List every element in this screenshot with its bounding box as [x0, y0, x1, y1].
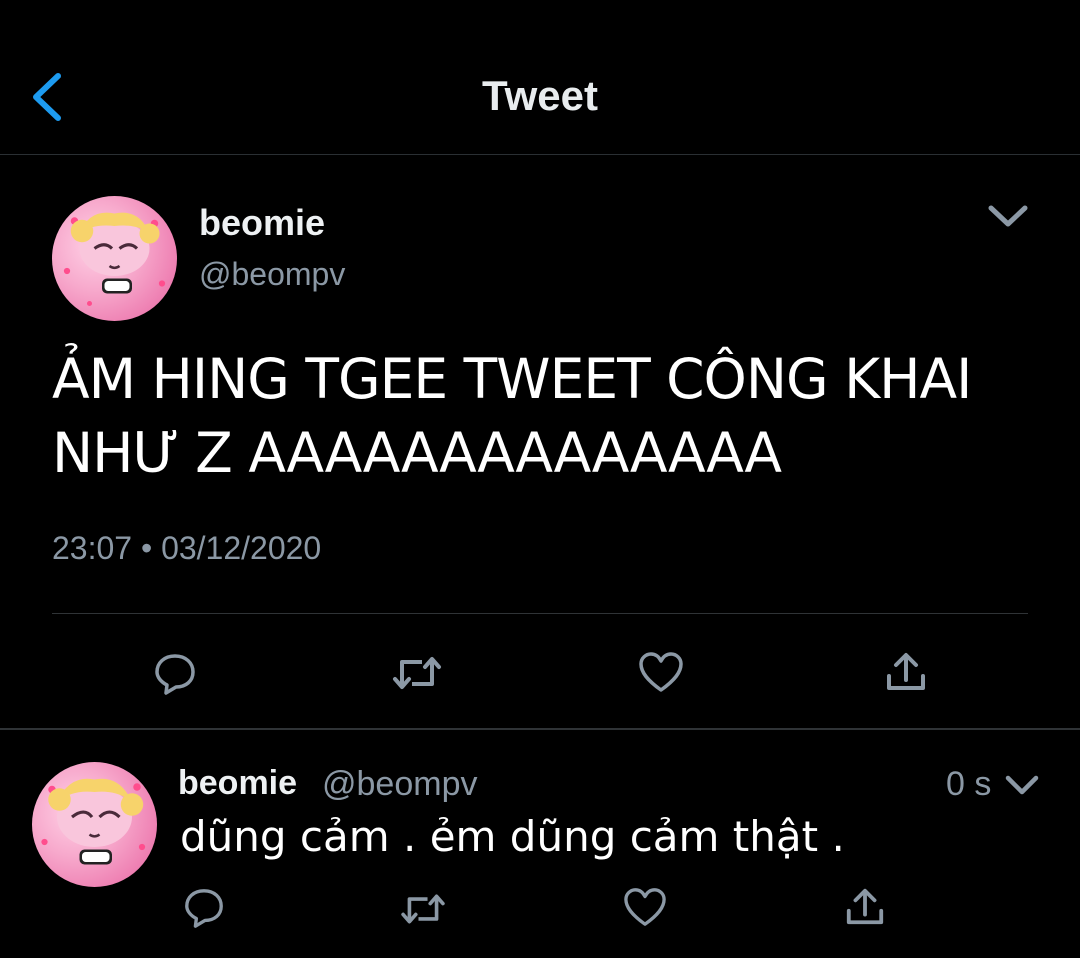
- display-name[interactable]: beomie: [199, 202, 325, 244]
- tweet-timestamp: 23:07 • 03/12/2020: [52, 530, 322, 566]
- reply-retweet-button[interactable]: [400, 890, 446, 928]
- user-handle[interactable]: @beompv: [199, 256, 345, 293]
- reply-share-button[interactable]: [844, 886, 886, 928]
- reply-like-button[interactable]: [622, 886, 668, 928]
- reply-menu-button[interactable]: [1003, 772, 1041, 800]
- reply-icon: [185, 889, 223, 928]
- page-title: Tweet: [482, 72, 598, 119]
- divider: [0, 728, 1080, 730]
- like-icon: [639, 652, 683, 692]
- like-button[interactable]: [637, 650, 685, 694]
- retweet-icon: [401, 894, 445, 924]
- reply-icon: [155, 654, 195, 695]
- tweet-menu-button[interactable]: [985, 200, 1031, 234]
- retweet-button[interactable]: [392, 652, 442, 694]
- avatar-image: [63, 212, 166, 306]
- reply-display-name[interactable]: beomie: [178, 764, 297, 803]
- divider: [52, 613, 1028, 614]
- reply-timestamp: 0 s: [946, 765, 992, 803]
- reply-reply-button[interactable]: [182, 886, 226, 930]
- share-button[interactable]: [884, 650, 928, 694]
- avatar[interactable]: [52, 196, 177, 321]
- reply-avatar[interactable]: [32, 762, 157, 887]
- reply-text: dũng cảm . ẻm dũng cảm thật .: [180, 812, 845, 861]
- like-icon: [624, 888, 666, 926]
- share-icon: [887, 653, 925, 690]
- avatar-image: [41, 778, 146, 865]
- tweet-text-line: ẢM HING TGEE TWEET CÔNG KHAI: [52, 347, 972, 411]
- reply-user-handle[interactable]: @beompv: [322, 765, 477, 804]
- reply-button[interactable]: [152, 651, 198, 697]
- share-icon: [846, 888, 884, 925]
- chevron-down-icon: [988, 205, 1028, 227]
- chevron-down-icon: [1005, 775, 1039, 795]
- retweet-icon: [393, 657, 441, 689]
- top-bar: Tweet: [0, 0, 1080, 155]
- tweet-text: ẢM HING TGEE TWEET CÔNG KHAI NHƯ Z AAAAA…: [52, 342, 1032, 490]
- tweet-text-line: NHƯ Z AAAAAAAAAAAAAA: [52, 421, 782, 485]
